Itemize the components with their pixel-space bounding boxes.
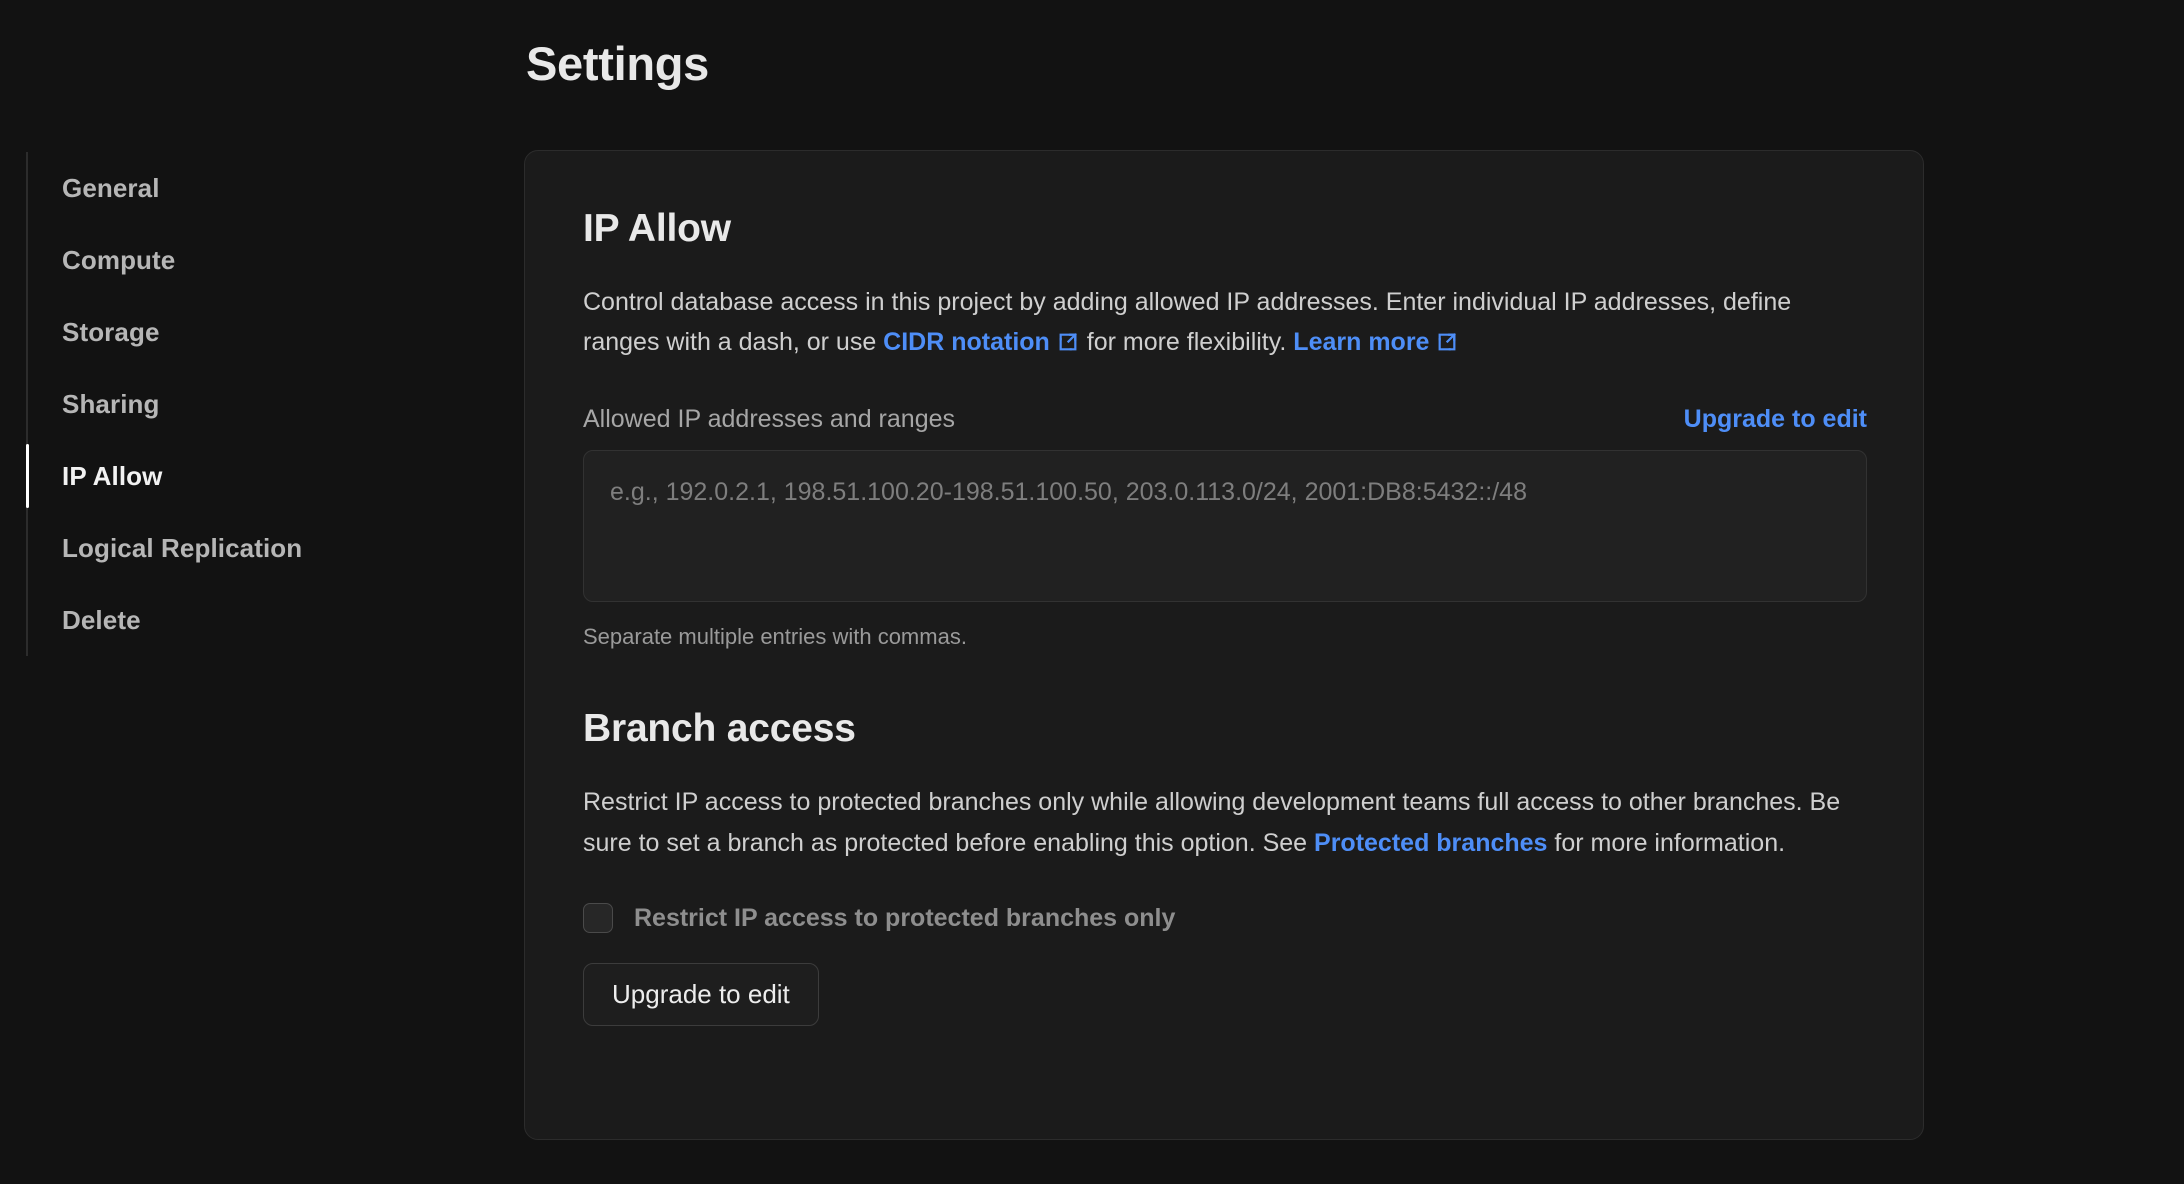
learn-more-link[interactable]: Learn more [1293,328,1459,356]
upgrade-to-edit-link[interactable]: Upgrade to edit [1684,405,1867,434]
restrict-ip-checkbox-row[interactable]: Restrict IP access to protected branches… [583,903,1865,934]
sidebar-item-general[interactable]: General [28,152,496,224]
sidebar-item-compute[interactable]: Compute [28,224,496,296]
protected-branches-link[interactable]: Protected branches [1314,829,1547,857]
sidebar-item-label: Compute [62,245,176,275]
ip-allow-heading: IP Allow [583,207,731,250]
allowed-ip-field-row: Allowed IP addresses and ranges Upgrade … [583,404,1867,434]
sidebar-item-ip-allow[interactable]: IP Allow [26,440,496,512]
ip-allow-description: Control database access in this project … [583,282,1865,366]
restrict-ip-checkbox[interactable] [583,903,613,934]
sidebar-item-label: Delete [62,605,141,635]
sidebar-item-label: Sharing [62,389,160,419]
external-link-icon [1057,325,1079,366]
allowed-ip-textarea[interactable] [583,449,1867,602]
sidebar-item-label: Logical Replication [62,533,303,563]
allowed-ip-helper-text: Separate multiple entries with commas. [583,623,967,649]
sidebar-nav-list: General Compute Storage Sharing IP Allow… [26,152,496,656]
branch-access-heading: Branch access [583,707,856,751]
cidr-notation-link-label: CIDR notation [883,328,1050,357]
external-link-icon [1436,325,1458,366]
cidr-notation-link[interactable]: CIDR notation [883,328,1080,356]
settings-page: Settings General Compute Storage Sharing… [0,0,2184,1184]
ip-allow-description-part2: for more flexibility. [1079,328,1294,357]
sidebar-item-delete[interactable]: Delete [28,584,496,656]
learn-more-link-label: Learn more [1293,328,1430,357]
restrict-ip-checkbox-label: Restrict IP access to protected branches… [634,903,1176,932]
sidebar-item-label: Storage [62,317,160,347]
page-title: Settings [526,37,710,90]
sidebar-item-label: General [62,173,160,203]
sidebar-item-storage[interactable]: Storage [28,296,496,368]
card-content: IP Allow Control database access in this… [525,151,1923,1027]
branch-access-description-part2: for more information. [1547,828,1786,857]
sidebar-item-logical-replication[interactable]: Logical Replication [28,512,496,584]
upgrade-to-edit-button[interactable]: Upgrade to edit [583,963,819,1027]
allowed-ip-label: Allowed IP addresses and ranges [583,404,955,433]
sidebar-item-label: IP Allow [62,461,163,491]
settings-sidebar: General Compute Storage Sharing IP Allow… [26,152,496,656]
sidebar-item-sharing[interactable]: Sharing [28,368,496,440]
branch-access-description: Restrict IP access to protected branches… [583,782,1858,863]
ip-allow-card: IP Allow Control database access in this… [524,150,1924,1140]
